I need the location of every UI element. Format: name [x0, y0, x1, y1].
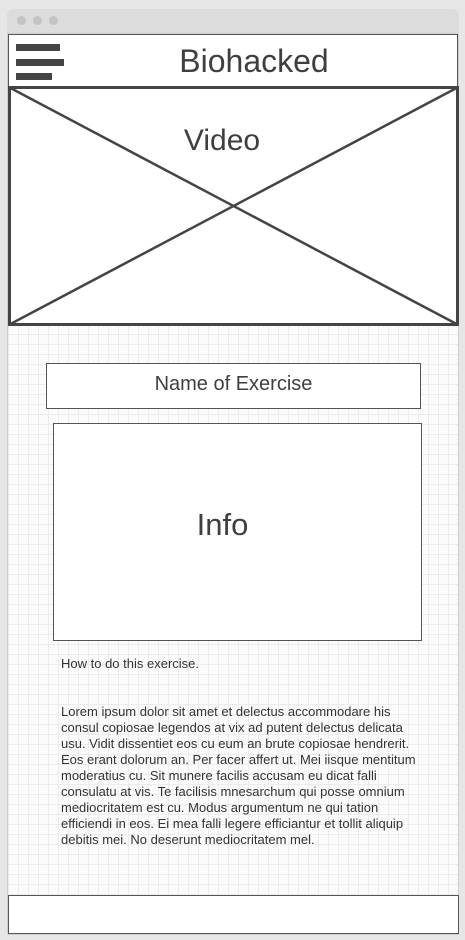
video-label: Video — [183, 124, 261, 157]
hamburger-menu-icon[interactable] — [16, 44, 64, 80]
video-placeholder[interactable]: Video — [8, 86, 459, 326]
info-label: Info — [196, 507, 249, 542]
window-dot-icon[interactable] — [33, 16, 42, 25]
footer-bar — [8, 895, 459, 934]
window-dot-icon[interactable] — [17, 16, 26, 25]
window-dot-icon[interactable] — [49, 16, 58, 25]
window-titlebar — [7, 9, 459, 33]
exercise-description: Lorem ipsum dolor sit amet et delectus a… — [61, 704, 416, 847]
exercise-name-box: Name of Exercise — [46, 363, 421, 409]
info-box: Info — [53, 423, 422, 641]
howto-heading: How to do this exercise. — [61, 656, 200, 671]
app-header: Biohacked — [8, 34, 458, 87]
app-title: Biohacked — [179, 43, 329, 79]
video-placeholder-graphic — [8, 86, 459, 326]
